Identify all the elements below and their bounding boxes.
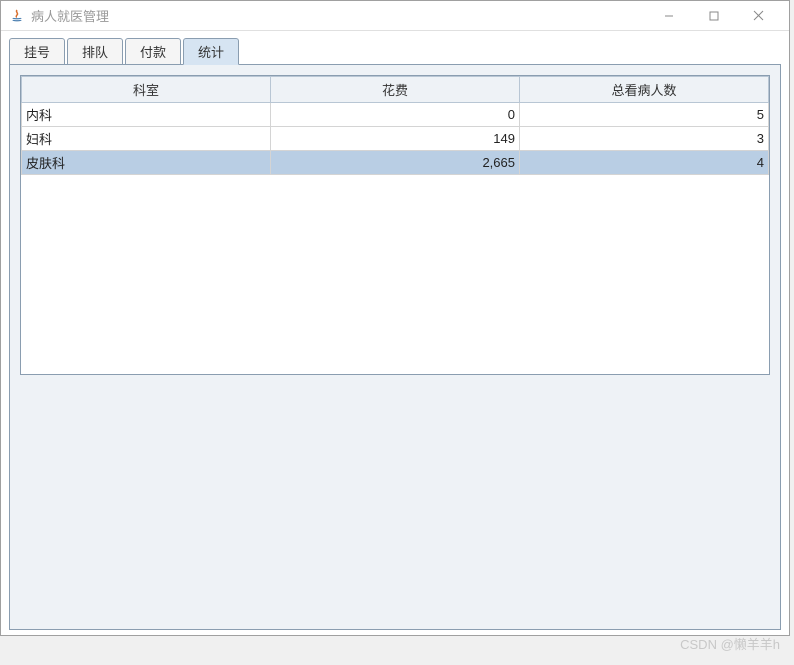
maximize-button[interactable]	[691, 2, 736, 30]
titlebar: 病人就医管理	[1, 1, 789, 31]
tab-register[interactable]: 挂号	[9, 38, 65, 65]
cell-cost[interactable]: 2,665	[271, 151, 520, 175]
table-header-row: 科室 花费 总看病人数	[22, 77, 769, 103]
window-title: 病人就医管理	[31, 6, 646, 25]
stats-table: 科室 花费 总看病人数 内科05妇科1493皮肤科2,6654	[21, 76, 769, 175]
cell-cost[interactable]: 0	[271, 103, 520, 127]
cell-department[interactable]: 妇科	[22, 127, 271, 151]
tab-queue[interactable]: 排队	[67, 38, 123, 65]
close-button[interactable]	[736, 2, 781, 30]
tabs-row: 挂号 排队 付款 统计	[9, 37, 781, 65]
java-icon	[9, 8, 25, 24]
cell-department[interactable]: 内科	[22, 103, 271, 127]
window-controls	[646, 2, 781, 30]
table-row[interactable]: 妇科1493	[22, 127, 769, 151]
cell-patient-count[interactable]: 4	[520, 151, 769, 175]
tab-panel-statistics: 科室 花费 总看病人数 内科05妇科1493皮肤科2,6654	[9, 65, 781, 630]
watermark: CSDN @懒羊羊h	[680, 634, 780, 653]
cell-cost[interactable]: 149	[271, 127, 520, 151]
stats-table-wrapper: 科室 花费 总看病人数 内科05妇科1493皮肤科2,6654	[20, 75, 770, 375]
col-patient-count[interactable]: 总看病人数	[520, 77, 769, 103]
col-cost[interactable]: 花费	[271, 77, 520, 103]
tab-payment[interactable]: 付款	[125, 38, 181, 65]
col-department[interactable]: 科室	[22, 77, 271, 103]
table-row[interactable]: 内科05	[22, 103, 769, 127]
app-window: 病人就医管理 挂号 排队 付款 统计 科	[0, 0, 790, 636]
minimize-button[interactable]	[646, 2, 691, 30]
content-area: 挂号 排队 付款 统计 科室 花费 总看病人数 内科05妇科1493皮肤科2,6…	[1, 31, 789, 635]
table-row[interactable]: 皮肤科2,6654	[22, 151, 769, 175]
cell-department[interactable]: 皮肤科	[22, 151, 271, 175]
cell-patient-count[interactable]: 3	[520, 127, 769, 151]
tab-statistics[interactable]: 统计	[183, 38, 239, 65]
cell-patient-count[interactable]: 5	[520, 103, 769, 127]
